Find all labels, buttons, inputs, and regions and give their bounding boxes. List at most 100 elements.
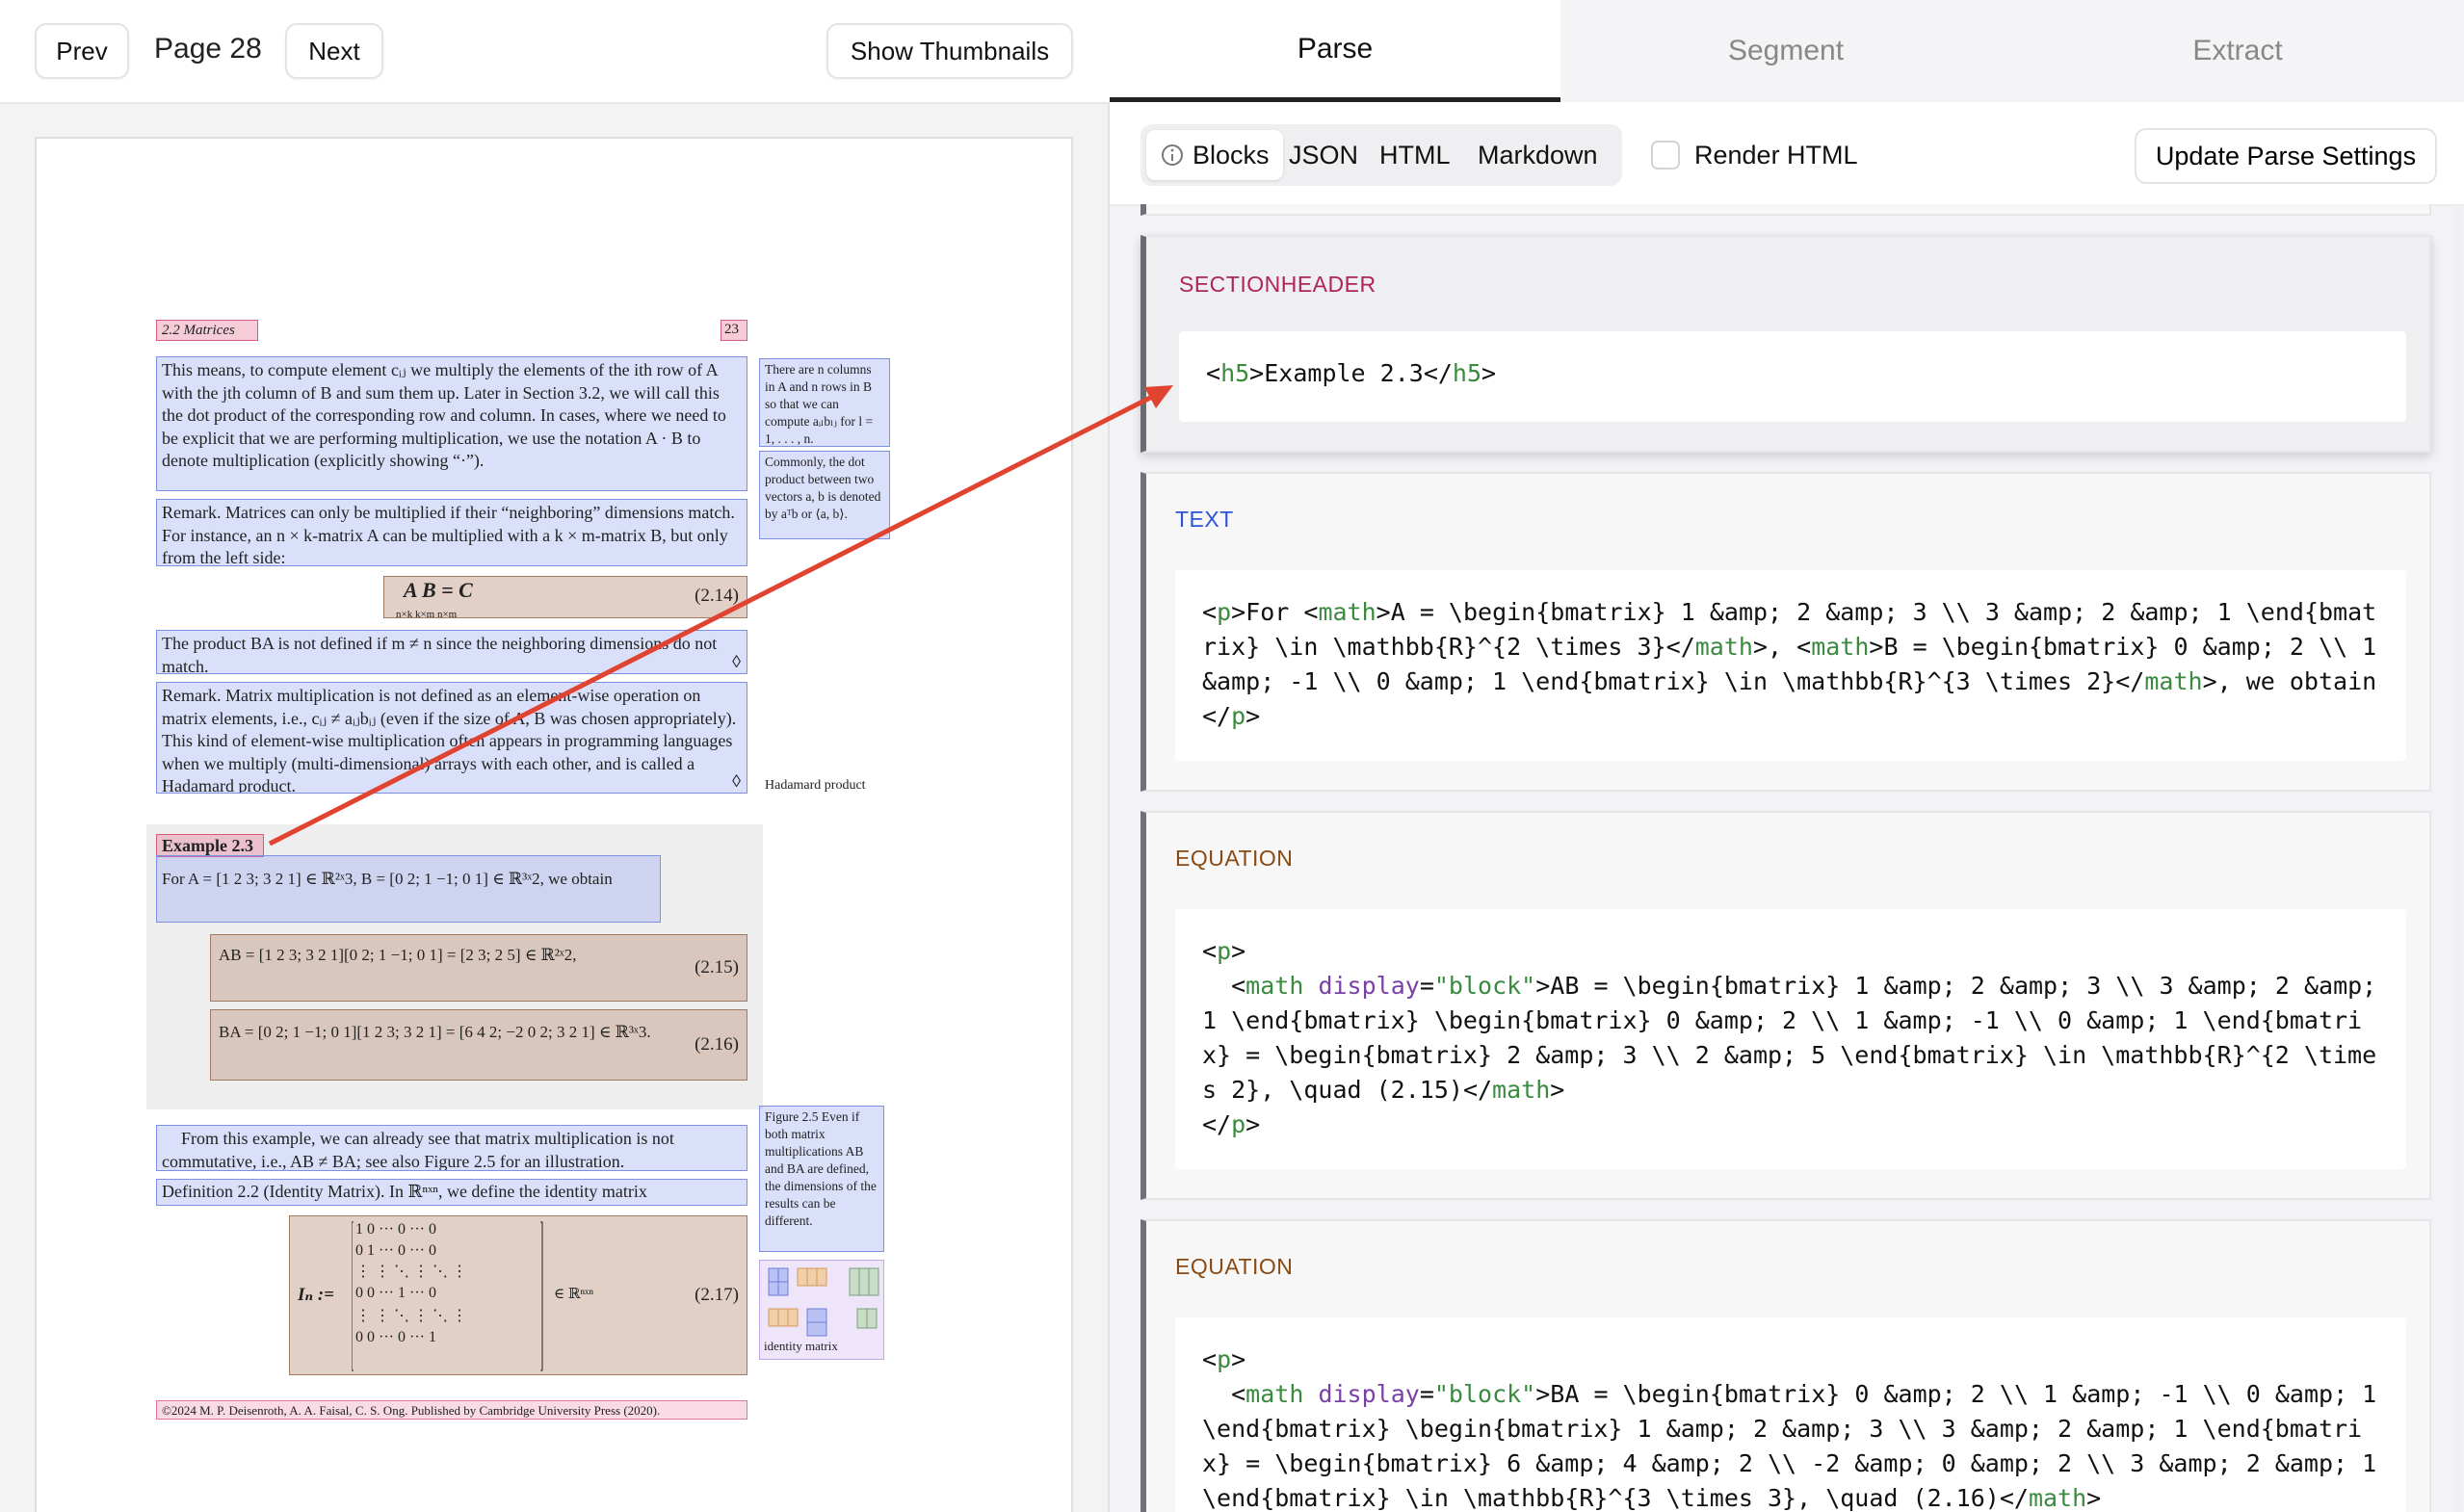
tab-parse[interactable]: Parse — [1110, 0, 1560, 102]
running-head-block[interactable]: 2.2 Matrices — [156, 320, 258, 341]
identity-margin-label: identity matrix — [764, 1338, 838, 1353]
document-page[interactable]: 2.2 Matrices 23 This means, to compute e… — [35, 137, 1073, 1512]
tag-name: math — [1492, 1076, 1551, 1104]
definition-block[interactable]: Definition 2.2 (Identity Matrix). In ℝⁿˣ… — [156, 1179, 747, 1206]
tab-segment[interactable]: Segment — [1560, 0, 2011, 102]
eq217-rhs: ∈ ℝⁿˣⁿ — [554, 1287, 594, 1302]
attr-name: display — [1318, 972, 1420, 1000]
block-type-label: SECTIONHEADER — [1179, 272, 1376, 298]
sidenote-block-2[interactable]: Commonly, the dot product between two ve… — [759, 451, 890, 539]
view-format-switcher: Blocks JSON HTML Markdown — [1140, 124, 1622, 186]
tag-name: p — [1217, 598, 1232, 626]
matrix-grid-figure — [768, 1267, 879, 1337]
tag-name: math — [1245, 1380, 1304, 1408]
render-html-checkbox[interactable] — [1651, 141, 1680, 169]
text-block-commutative[interactable]: From this example, we can already see th… — [156, 1125, 747, 1171]
tag-name: math — [2144, 667, 2203, 695]
example-title-block[interactable]: Example 2.3 — [156, 834, 264, 857]
equation-block-2-17[interactable]: Iₙ := 1 0 ··· 0 ··· 0 0 1 ··· 0 ··· 0 ⋮ … — [289, 1215, 747, 1375]
app-window: Prev Page 28 Next Show Thumbnails 2.2 Ma… — [0, 0, 2464, 1512]
document-viewer-pane: Prev Page 28 Next Show Thumbnails 2.2 Ma… — [0, 0, 1110, 1512]
block-card-equation-1[interactable]: EQUATION <p> <math display="block">AB = … — [1140, 811, 2431, 1200]
tag-name: p — [1231, 1110, 1246, 1138]
eq215-body: AB = [1 2 3; 3 2 1][0 2; 1 −1; 0 1] = [2… — [219, 946, 577, 964]
block-code: <p> <math display="block">BA = \begin{bm… — [1175, 1317, 2406, 1512]
footer-block[interactable]: ©2024 M. P. Deisenroth, A. A. Faisal, C.… — [156, 1400, 747, 1420]
eq217-number: (2.17) — [695, 1285, 739, 1305]
block-type-text: SECTIONHEADER — [1179, 272, 1376, 297]
info-icon — [1162, 144, 1183, 166]
block-card-text[interactable]: TEXT <p>For <math>A = \begin{bmatrix} 1 … — [1140, 472, 2431, 792]
results-pane: Parse Segment Extract Blocks JSON HTML M… — [1110, 0, 2464, 1512]
eq214-body: A B = C — [404, 578, 473, 602]
view-options-bar: Blocks JSON HTML Markdown Render HTML Up… — [1110, 102, 2464, 206]
block-code: <h5>Example 2.3</h5> — [1179, 331, 2406, 422]
hadamard-margin-label: Hadamard product — [765, 778, 866, 793]
product-ba-text: The product BA is not defined if m ≠ n s… — [162, 634, 718, 674]
code-text: Example 2.3 — [1264, 359, 1424, 387]
end-diamond-1: ◊ — [732, 651, 741, 671]
next-page-button[interactable]: Next — [285, 23, 383, 79]
page-indicator: Page 28 — [154, 33, 262, 65]
eq216-body: BA = [0 2; 1 −1; 0 1][1 2 3; 3 2 1] = [6… — [219, 1023, 651, 1041]
block-card-equation-2[interactable]: EQUATION <p> <math display="block">BA = … — [1140, 1219, 2431, 1512]
equation-block-2-15[interactable]: AB = [1 2 3; 3 2 1][0 2; 1 −1; 0 1] = [2… — [210, 934, 747, 1002]
view-option-json[interactable]: JSON — [1275, 130, 1372, 180]
eq214-number: (2.14) — [695, 586, 739, 606]
text-block-product-ba[interactable]: The product BA is not defined if m ≠ n s… — [156, 630, 747, 674]
tag-name: math — [1811, 633, 1870, 661]
render-html-label: Render HTML — [1694, 141, 1858, 169]
block-card-sectionheader[interactable]: SECTIONHEADER <h5>Example 2.3</h5> — [1140, 235, 2431, 453]
attr-value: "block" — [1433, 972, 1536, 1000]
eq215-number: (2.15) — [695, 957, 739, 978]
tag-name: h5 — [1220, 359, 1250, 387]
block-code: <p>For <math>A = \begin{bmatrix} 1 &amp;… — [1175, 570, 2406, 761]
tab-extract[interactable]: Extract — [2011, 0, 2464, 102]
tag-name: p — [1231, 702, 1246, 730]
tag-name: math — [1318, 598, 1376, 626]
page-number-block[interactable]: 23 — [721, 320, 747, 341]
end-diamond-2: ◊ — [732, 770, 741, 791]
code-text: , we obtain — [2216, 667, 2377, 695]
block-code: <p> <math display="block">AB = \begin{bm… — [1175, 909, 2406, 1169]
figure-caption-block[interactable]: Figure 2.5 Even if both matrix multiplic… — [759, 1106, 884, 1252]
view-option-blocks[interactable]: Blocks — [1146, 130, 1283, 180]
show-thumbnails-button[interactable]: Show Thumbnails — [826, 23, 1073, 79]
block-card-partial — [1140, 204, 2431, 216]
update-parse-settings-button[interactable]: Update Parse Settings — [2135, 128, 2437, 184]
svg-text:⋮ ⋮ ⋱ ⋮ ⋱ ⋮: ⋮ ⋮ ⋱ ⋮ ⋱ ⋮ — [355, 1264, 467, 1280]
equation-block-2-16[interactable]: BA = [0 2; 1 −1; 0 1][1 2 3; 3 2 1] = [6… — [210, 1009, 747, 1081]
svg-text:1 0 ··· 0 ··· 0: 1 0 ··· 0 ··· 0 — [355, 1221, 436, 1238]
tag-name: h5 — [1452, 359, 1482, 387]
sidenote-block-1[interactable]: There are n columns in A and n rows in B… — [759, 358, 890, 447]
text-block-remark1[interactable]: Remark. Matrices can only be multiplied … — [156, 499, 747, 566]
tag-name: math — [2028, 1484, 2087, 1512]
block-type-text: EQUATION — [1175, 1254, 1294, 1279]
equation-block-2-14[interactable]: A B = C n×k k×m n×m (2.14) — [383, 576, 747, 618]
block-type-text: EQUATION — [1175, 846, 1294, 871]
attr-value: "block" — [1433, 1380, 1536, 1408]
prev-page-button[interactable]: Prev — [35, 23, 129, 79]
results-scrollbar[interactable] — [2454, 206, 2462, 1512]
svg-text:0 1 ··· 0 ··· 0: 0 1 ··· 0 ··· 0 — [355, 1242, 436, 1259]
svg-text:0 0 ··· 0 ··· 1: 0 0 ··· 0 ··· 1 — [355, 1329, 436, 1345]
figure-picture-block[interactable]: identity matrix — [759, 1260, 884, 1360]
eq217-lhs: Iₙ := — [298, 1285, 334, 1305]
tag-name: p — [1217, 937, 1232, 965]
eq214-underbraces: n×k k×m n×m — [396, 609, 458, 618]
viewer-toolbar: Prev Page 28 Next Show Thumbnails — [0, 0, 1110, 104]
attr-name: display — [1318, 1380, 1420, 1408]
tag-name: p — [1217, 1345, 1232, 1373]
view-option-markdown[interactable]: Markdown — [1464, 130, 1612, 180]
mode-tabs: Parse Segment Extract — [1110, 0, 2464, 102]
block-type-label: EQUATION — [1175, 1254, 1293, 1280]
code-text: , — [1768, 633, 1797, 661]
block-type-text: TEXT — [1175, 507, 1234, 532]
text-block-remark2[interactable]: Remark. Matrix multiplication is not def… — [156, 682, 747, 794]
text-block-example[interactable]: For A = [1 2 3; 3 2 1] ∈ ℝ²ˣ3, B = [0 2;… — [156, 855, 661, 923]
text-block-para1[interactable]: This means, to compute element cᵢⱼ we mu… — [156, 356, 747, 491]
eq216-number: (2.16) — [695, 1034, 739, 1055]
tag-name: math — [1245, 972, 1304, 1000]
view-option-html[interactable]: HTML — [1366, 130, 1464, 180]
block-type-label: EQUATION — [1175, 846, 1293, 872]
